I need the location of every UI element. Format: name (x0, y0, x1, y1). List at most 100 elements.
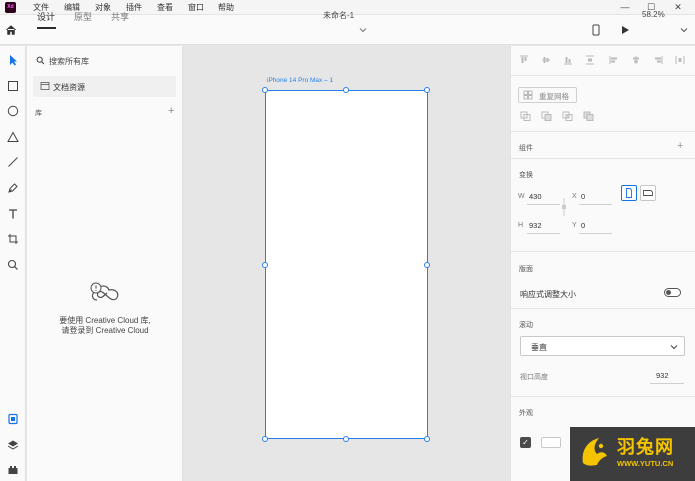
zoom-level[interactable]: 58.2% (642, 10, 665, 19)
x-input[interactable]: 0 (581, 192, 585, 201)
close-button[interactable]: ✕ (666, 0, 690, 15)
layers-icon[interactable] (4, 436, 22, 454)
viewport-height-label: 视口高度 (520, 374, 548, 381)
text-tool-icon[interactable] (4, 205, 22, 223)
app-logo: Xd (5, 2, 16, 13)
document-title[interactable]: 未命名-1 (323, 10, 354, 21)
line-tool-icon[interactable] (4, 153, 22, 171)
polygon-tool-icon[interactable] (4, 128, 22, 146)
menu-view[interactable]: 查看 (157, 2, 173, 13)
divider (511, 251, 695, 252)
menu-help[interactable]: 帮助 (218, 2, 234, 13)
align-bottom-icon[interactable] (563, 55, 573, 65)
resize-handle-top-left[interactable] (262, 87, 268, 93)
distribute-horizontal-icon[interactable] (675, 55, 685, 65)
property-inspector (510, 46, 695, 481)
boolean-exclude-icon[interactable] (583, 111, 594, 121)
height-input-underline (527, 233, 560, 234)
resize-handle-top-right[interactable] (424, 87, 430, 93)
y-label: Y (572, 222, 577, 229)
resize-handle-bottom-left[interactable] (262, 436, 268, 442)
landscape-orientation-button[interactable] (640, 185, 656, 201)
align-left-icon[interactable] (609, 55, 619, 65)
zoom-chevron-icon[interactable] (680, 26, 688, 33)
x-input-underline (579, 204, 612, 205)
scroll-direction-value: 垂直 (531, 343, 547, 352)
document-assets-icon (40, 81, 50, 91)
fill-checkbox[interactable]: ✓ (520, 437, 531, 448)
height-label: H (518, 222, 524, 229)
resize-handle-top[interactable] (343, 87, 349, 93)
minimize-button[interactable]: — (613, 0, 637, 15)
toggle-knob (666, 290, 671, 295)
artboard-tool-icon[interactable] (4, 230, 22, 248)
y-input-underline (579, 233, 612, 234)
select-tool-icon[interactable] (4, 51, 22, 69)
active-tab-indicator (37, 27, 56, 29)
play-icon[interactable] (620, 25, 630, 35)
rectangle-tool-icon[interactable] (4, 77, 22, 95)
divider (511, 75, 695, 76)
ellipse-tool-icon[interactable] (4, 102, 22, 120)
watermark-logo-icon (577, 433, 613, 469)
device-preview-icon[interactable] (592, 24, 600, 36)
distribute-vertical-icon[interactable] (585, 55, 595, 65)
lock-aspect-icon[interactable] (561, 198, 567, 216)
boolean-subtract-icon[interactable] (541, 111, 552, 121)
creative-cloud-libraries-icon (88, 280, 122, 306)
appearance-title: 外观 (519, 410, 533, 417)
tab-prototype[interactable]: 原型 (74, 10, 92, 23)
artboard-label[interactable]: iPhone 14 Pro Max – 1 (267, 77, 333, 84)
components-title: 组件 (519, 145, 533, 152)
divider (511, 131, 695, 132)
pen-tool-icon[interactable] (4, 179, 22, 197)
menu-object[interactable]: 对象 (95, 2, 111, 13)
viewport-height-input[interactable]: 932 (656, 371, 669, 380)
resize-handle-left[interactable] (262, 262, 268, 268)
resize-handle-right[interactable] (424, 262, 430, 268)
add-library-button[interactable]: + (168, 105, 174, 117)
responsive-resize-label: 响应式调整大小 (520, 290, 576, 299)
search-icon (36, 56, 45, 65)
watermark-title: 羽兔网 (617, 437, 674, 457)
width-input[interactable]: 430 (529, 192, 542, 201)
fill-color-swatch[interactable] (541, 437, 561, 448)
resize-handle-bottom-right[interactable] (424, 436, 430, 442)
boolean-intersect-icon[interactable] (562, 111, 573, 121)
portrait-orientation-button[interactable] (621, 185, 637, 201)
zoom-tool-icon[interactable] (4, 256, 22, 274)
divider (511, 158, 695, 159)
menu-window[interactable]: 窗口 (188, 2, 204, 13)
libraries-panel-icon[interactable] (4, 410, 22, 428)
tab-share[interactable]: 共享 (111, 10, 129, 23)
align-center-icon[interactable] (631, 55, 641, 65)
chevron-down-icon[interactable] (359, 26, 367, 33)
transform-title: 变换 (519, 172, 533, 179)
align-middle-icon[interactable] (541, 55, 551, 65)
layout-title: 版面 (519, 266, 533, 273)
align-right-icon[interactable] (653, 55, 663, 65)
y-input[interactable]: 0 (581, 221, 585, 230)
boolean-add-icon[interactable] (520, 111, 531, 121)
tab-design[interactable]: 设计 (37, 10, 55, 23)
width-label: W (518, 193, 525, 200)
document-assets-label: 文档资源 (53, 83, 85, 92)
select-chevron-icon (670, 343, 678, 350)
scroll-title: 滚动 (519, 322, 533, 329)
divider (511, 308, 695, 309)
library-search-input[interactable]: 搜索所有库 (49, 56, 89, 67)
watermark-url: WWW.YUTU.CN (617, 459, 674, 468)
add-component-button[interactable]: + (677, 140, 683, 152)
resize-handle-bottom[interactable] (343, 436, 349, 442)
divider (511, 396, 695, 397)
home-icon[interactable] (5, 24, 17, 36)
repeat-grid-label: 重复网格 (539, 92, 569, 101)
repeat-grid-icon (523, 90, 533, 100)
cc-signin-message-line2: 请登录到 Creative Cloud (61, 326, 149, 335)
artboard[interactable] (265, 90, 428, 439)
align-top-icon[interactable] (519, 55, 529, 65)
height-input[interactable]: 932 (529, 221, 542, 230)
plugins-icon[interactable] (4, 461, 22, 479)
libraries-header: 库 (35, 110, 42, 117)
libraries-panel (27, 46, 183, 481)
